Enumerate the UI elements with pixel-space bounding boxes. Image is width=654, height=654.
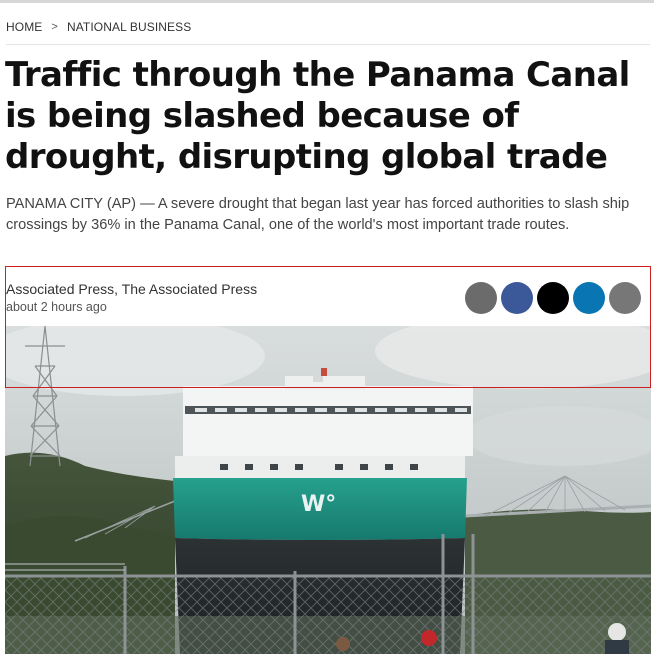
share-email-button[interactable] — [609, 282, 641, 314]
share-buttons — [465, 282, 641, 314]
breadcrumb: HOME > NATIONAL BUSINESS — [6, 18, 191, 36]
hull-logo-text: W° — [301, 492, 336, 517]
share-more-button[interactable] — [465, 282, 497, 314]
top-divider — [0, 0, 654, 3]
article-timestamp: about 2 hours ago — [6, 300, 107, 314]
more-share-icon — [475, 296, 479, 300]
breadcrumb-section-link[interactable]: NATIONAL BUSINESS — [67, 20, 191, 34]
article-summary: PANAMA CITY (AP) — A severe drought that… — [6, 196, 630, 233]
x-twitter-icon — [547, 292, 559, 304]
share-linkedin-button[interactable] — [573, 282, 605, 314]
breadcrumb-divider — [6, 44, 650, 45]
share-facebook-button[interactable] — [501, 282, 533, 314]
article-author[interactable]: Associated Press, The Associated Press — [6, 281, 257, 297]
article-headline: Traffic through the Panama Canal is bein… — [5, 55, 630, 177]
article-photo[interactable]: W° — [5, 326, 651, 654]
linkedin-icon — [584, 296, 586, 303]
facebook-icon — [514, 291, 521, 306]
share-x-button[interactable] — [537, 282, 569, 314]
breadcrumb-home-link[interactable]: HOME — [6, 20, 42, 34]
breadcrumb-separator: > — [51, 21, 58, 33]
email-icon — [618, 293, 632, 303]
cargo-ship-photo: W° — [5, 326, 651, 654]
